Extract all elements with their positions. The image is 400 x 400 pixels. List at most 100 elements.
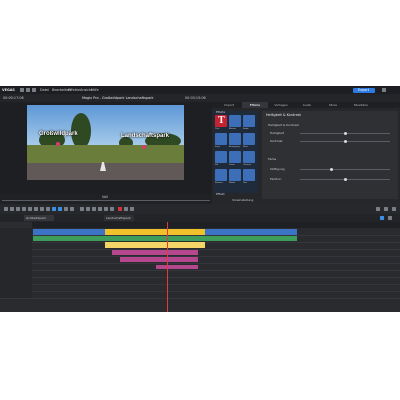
tab-store[interactable]: Store: [320, 102, 346, 108]
menu-item-help[interactable]: Hilfe: [91, 88, 99, 92]
effect-label: Chroma: [243, 164, 251, 166]
panel-tabs: Import Effekte Vorlagen Audio Store Musi…: [212, 102, 400, 108]
timeline-tab-2[interactable]: Landschaftspark: [104, 215, 134, 221]
preview-quality[interactable]: Voll: [102, 195, 108, 199]
delete-icon[interactable]: [22, 207, 26, 211]
group-icon[interactable]: [46, 207, 50, 211]
effect-shape-icon[interactable]: [215, 133, 227, 145]
section-header[interactable]: Farbe: [268, 157, 276, 161]
app-logo: VEGAS: [2, 88, 15, 92]
timeline-tab-2-label: Landschaftspark: [106, 216, 131, 220]
skip-forward-icon[interactable]: [110, 207, 114, 211]
effect-label: Blende: [229, 128, 236, 130]
playhead[interactable]: [167, 222, 168, 312]
mode-icon[interactable]: [58, 207, 62, 211]
record-icon[interactable]: [118, 207, 122, 211]
track-header[interactable]: [0, 277, 32, 284]
slider-label: Helligkeit: [270, 131, 284, 135]
track-header[interactable]: [0, 284, 32, 291]
track-header[interactable]: [0, 291, 32, 298]
title-sign-right: Landschaftspark: [121, 133, 170, 139]
effect-text-icon[interactable]: [243, 169, 255, 181]
audio-clip[interactable]: [205, 236, 297, 241]
preview-header: 00:00:17:06 Magix Pro - Großwildpark Lan…: [0, 94, 400, 102]
effect-label: Maske: [229, 182, 236, 184]
slider-label: Farbton: [270, 177, 282, 181]
tab-effects[interactable]: Effekte: [242, 102, 268, 108]
effect-zoom-icon[interactable]: [229, 151, 241, 163]
split-icon[interactable]: [34, 207, 38, 211]
track-header[interactable]: [0, 263, 32, 270]
hue-slider-handle[interactable]: [344, 178, 347, 181]
brightness-slider-handle[interactable]: [344, 132, 347, 135]
effect-camera-icon[interactable]: [215, 169, 227, 181]
settings-icon[interactable]: [382, 88, 386, 92]
open-folder-icon[interactable]: [26, 88, 30, 92]
title-clip[interactable]: [105, 242, 205, 248]
stop-icon[interactable]: [92, 207, 96, 211]
export-button[interactable]: Export: [353, 87, 375, 93]
effect-title-icon[interactable]: T: [215, 115, 227, 127]
effects-grid: Effekte T Titel Blende Farbe Form Bewegu…: [214, 111, 258, 193]
skip-back-icon[interactable]: [80, 207, 84, 211]
effect-motion-icon[interactable]: [229, 133, 241, 145]
timeline-settings-icon[interactable]: [388, 216, 392, 220]
lock-icon[interactable]: [70, 207, 74, 211]
timeline-tabs: Großwildpark Landschaftspark: [0, 214, 400, 222]
effect-footer-value[interactable]: Voreinstellung: [232, 198, 253, 202]
fit-icon[interactable]: [392, 207, 396, 211]
title-clip[interactable]: [105, 229, 205, 235]
zoom-out-icon[interactable]: [376, 207, 380, 211]
saturation-slider[interactable]: [300, 169, 390, 170]
project-title: Magix Pro - Großwildpark Landschaftspark: [82, 96, 154, 100]
track-header[interactable]: [0, 235, 32, 242]
audio-clip[interactable]: [33, 236, 205, 241]
scrub-bar[interactable]: [2, 200, 210, 201]
overlay-clip[interactable]: [156, 265, 198, 269]
menu-item-file[interactable]: Datei: [40, 88, 49, 92]
cut-icon[interactable]: [28, 207, 32, 211]
tab-musicbox[interactable]: Musikbox: [346, 102, 376, 108]
video-clip[interactable]: [33, 229, 105, 235]
overlay-clip[interactable]: [120, 257, 198, 262]
saturation-slider-handle[interactable]: [330, 168, 333, 171]
effect-mask-icon[interactable]: [229, 169, 241, 181]
track-header[interactable]: [0, 228, 32, 235]
timeline-tab-1[interactable]: Großwildpark: [24, 215, 54, 221]
effect-transition-icon[interactable]: [229, 115, 241, 127]
video-clip[interactable]: [205, 229, 297, 235]
track-header[interactable]: [0, 249, 32, 256]
effect-chroma-icon[interactable]: [243, 151, 255, 163]
new-file-icon[interactable]: [20, 88, 24, 92]
track-header[interactable]: [0, 270, 32, 277]
tab-audio[interactable]: Audio: [294, 102, 320, 108]
video-preview[interactable]: Großwildpark Landschaftspark: [27, 105, 184, 180]
text-icon[interactable]: [64, 207, 68, 211]
zoom-in-icon[interactable]: [384, 207, 388, 211]
save-icon[interactable]: [32, 88, 36, 92]
overlay-clip[interactable]: [112, 250, 198, 255]
effect-filter-icon[interactable]: [243, 133, 255, 145]
section-header[interactable]: Helligkeit & Kontrast: [268, 123, 299, 127]
effect-color-icon[interactable]: [243, 115, 255, 127]
prev-frame-icon[interactable]: [86, 207, 90, 211]
tab-templates[interactable]: Vorlagen: [268, 102, 294, 108]
media-pool-panel: Import Effekte Vorlagen Audio Store Musi…: [212, 102, 400, 204]
track-header[interactable]: [0, 256, 32, 263]
pointer-tool-icon[interactable]: [4, 207, 8, 211]
next-frame-icon[interactable]: [104, 207, 108, 211]
volume-icon[interactable]: [130, 207, 134, 211]
loop-icon[interactable]: [124, 207, 128, 211]
track-header[interactable]: [0, 242, 32, 249]
undo-icon[interactable]: [10, 207, 14, 211]
tab-import[interactable]: Import: [216, 102, 242, 108]
effect-style-icon[interactable]: [215, 151, 227, 163]
timeline-view-icon[interactable]: [380, 216, 384, 220]
export-button-label: Export: [358, 88, 370, 92]
menu-item-effects[interactable]: Effekte: [68, 88, 80, 92]
snap-icon[interactable]: [52, 207, 56, 211]
marker-icon[interactable]: [40, 207, 44, 211]
redo-icon[interactable]: [16, 207, 20, 211]
play-icon[interactable]: [98, 207, 102, 211]
contrast-slider-handle[interactable]: [344, 140, 347, 143]
